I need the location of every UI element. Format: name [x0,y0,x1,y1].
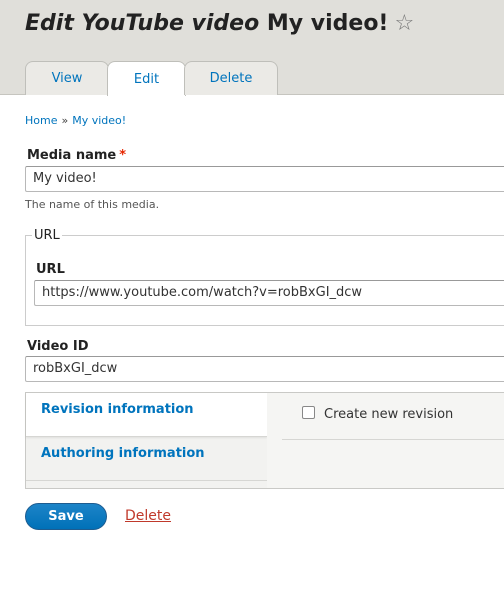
delete-link[interactable]: Delete [125,508,171,524]
tab-view[interactable]: View [25,61,109,95]
media-name-label: Media name * [27,148,126,163]
star-icon[interactable]: ☆ [394,10,414,38]
required-marker: * [119,148,127,163]
page-header: Edit YouTube video My video! ☆ View Edit … [0,0,504,96]
create-new-revision-checkbox[interactable] [302,406,315,419]
create-new-revision-label[interactable]: Create new revision [324,407,453,422]
url-input[interactable]: https://www.youtube.com/watch?v=robBxGI_… [34,280,504,306]
breadcrumb: Home » My video! [25,114,126,127]
vertical-tab-revision-information[interactable]: Revision information [26,393,267,437]
save-button[interactable]: Save [25,503,107,530]
vertical-tab-authoring-information[interactable]: Authoring information [26,437,267,481]
breadcrumb-home-link[interactable]: Home [25,114,57,127]
video-id-input[interactable]: robBxGI_dcw [25,356,504,382]
tab-edit[interactable]: Edit [107,61,186,96]
page-title-prefix: Edit YouTube video [25,11,260,36]
page-title-name: My video! [266,11,389,36]
page-title: Edit YouTube video My video! ☆ [25,10,414,38]
breadcrumb-separator: » [61,114,69,127]
video-id-label: Video ID [27,339,89,354]
media-name-description: The name of this media. [25,198,160,211]
url-label: URL [36,262,65,277]
media-name-label-text: Media name [27,148,117,163]
vertical-tabs-menu: Revision information Authoring informati… [25,392,268,489]
tab-delete[interactable]: Delete [184,61,278,95]
breadcrumb-current-link[interactable]: My video! [72,114,126,127]
url-fieldset-legend: URL [32,228,62,243]
media-name-input[interactable]: My video! [25,166,504,192]
